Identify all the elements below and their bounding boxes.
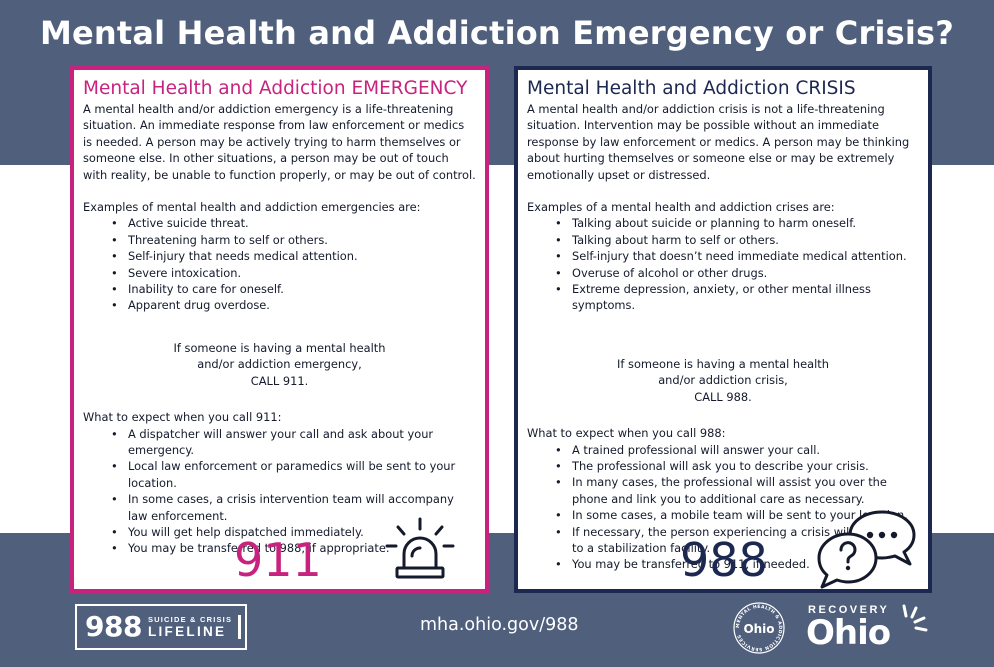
list-item: A trained professional will answer your … (555, 442, 919, 459)
crisis-number: 988 (680, 533, 768, 587)
crisis-examples-list: Talking about suicide or planning to har… (555, 215, 919, 313)
crisis-intro: A mental health and/or addiction crisis … (527, 102, 910, 182)
list-item: Apparent drug overdose. (111, 297, 476, 314)
emergency-panel: Mental Health and Addiction EMERGENCY A … (70, 66, 489, 593)
emergency-expect-heading: What to expect when you call 911: (83, 410, 282, 425)
emergency-examples-list: Active suicide threat. Threatening harm … (111, 215, 476, 314)
call-line: CALL 988. (694, 389, 752, 404)
list-item: Extreme depression, anxiety, or other me… (555, 281, 919, 314)
list-item: Active suicide threat. (111, 215, 476, 232)
speech-bubbles-icon (817, 510, 916, 589)
call-line: CALL 911. (250, 373, 309, 388)
emergency-number: 911 (234, 533, 322, 587)
crisis-call-instruction: If someone is having a mental health and… (527, 356, 919, 405)
recovery-ohio-wordmark: Ohio (806, 613, 891, 653)
emergency-heading: Mental Health and Addiction EMERGENCY (83, 78, 468, 99)
crisis-heading: Mental Health and Addiction CRISIS (527, 78, 856, 99)
emergency-examples-heading: Examples of mental health and addiction … (83, 200, 421, 215)
mha-logo-ohio: Ohio (743, 622, 774, 636)
crisis-expect-heading: What to expect when you call 988: (527, 426, 726, 441)
list-item: Talking about harm to self or others. (555, 232, 919, 249)
siren-icon (385, 517, 455, 579)
list-item: In many cases, the professional will ass… (555, 474, 919, 507)
call-line: and/or addiction emergency, (197, 357, 362, 372)
sunburst-icon (902, 604, 928, 632)
lifeline-logo: 988 SUICIDE & CRISIS LIFELINE (75, 604, 247, 650)
mha-ohio-logo: MENTAL HEALTH & ADDICTION SERVICES Ohio (733, 602, 785, 654)
list-item: Self-injury that doesn’t need immediate … (555, 248, 919, 265)
recovery-ohio-logo: RECOVERY Ohio (800, 602, 940, 658)
list-item: Threatening harm to self or others. (111, 232, 476, 249)
lifeline-title: LIFELINE (147, 624, 227, 639)
page-title: Mental Health and Addiction Emergency or… (39, 14, 955, 52)
call-line: If someone is having a mental health (173, 340, 386, 355)
lifeline-subtitle: SUICIDE & CRISIS (147, 615, 233, 624)
emergency-call-instruction: If someone is having a mental health and… (83, 340, 476, 389)
crisis-examples-heading: Examples of a mental health and addictio… (527, 200, 835, 215)
list-item: A dispatcher will answer your call and a… (111, 426, 476, 459)
list-item: Self-injury that needs medical attention… (111, 248, 476, 265)
emergency-intro: A mental health and/or addiction emergen… (83, 102, 476, 182)
lifeline-number: 988 (85, 610, 142, 643)
lifeline-wordmark: SUICIDE & CRISIS LIFELINE (147, 615, 242, 639)
list-item: Inability to care for oneself. (111, 281, 476, 298)
list-item: Local law enforcement or paramedics will… (111, 458, 476, 491)
list-item: Talking about suicide or planning to har… (555, 215, 919, 232)
call-line: If someone is having a mental health (617, 356, 829, 371)
website-link[interactable]: mha.ohio.gov/988 (420, 615, 579, 635)
list-item: Severe intoxication. (111, 265, 476, 282)
list-item: The professional will ask you to describ… (555, 458, 919, 475)
list-item: Overuse of alcohol or other drugs. (555, 265, 919, 282)
crisis-panel: Mental Health and Addiction CRISIS A men… (514, 66, 932, 593)
call-line: and/or addiction crisis, (658, 373, 788, 388)
